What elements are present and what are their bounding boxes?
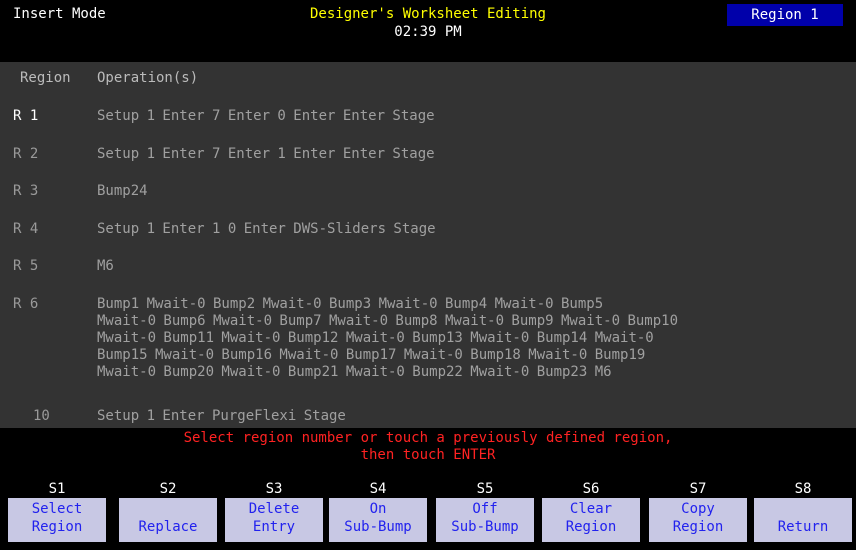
softkey-number: S5 (476, 481, 494, 497)
softkey-number: S1 (48, 481, 66, 497)
prompt-line-1: Select region number or touch a previous… (183, 430, 673, 446)
region-label: R 4 (13, 221, 39, 237)
softkey-label-line-1: On (369, 501, 387, 517)
softkey-label-line-2: Sub-Bump (451, 519, 519, 535)
column-header-region: Region (20, 70, 71, 86)
softkey-number: S4 (369, 481, 387, 497)
softkey-label-line-2: Entry (252, 519, 296, 535)
region-operations: Setup 1 Enter 1 0 Enter DWS-Sliders Stag… (97, 221, 436, 237)
region-operations: M6 (97, 258, 114, 274)
off-sub-bump-button[interactable]: Off Sub-Bump (436, 498, 534, 542)
current-region-badge: Region 1 (727, 4, 843, 26)
softkey-bar: S1 Select Region S2 Replace S3 Delete En… (0, 472, 856, 550)
clock: 02:39 PM (394, 24, 462, 40)
region-label: R 5 (13, 258, 39, 274)
softkey-label-line-2: Sub-Bump (344, 519, 412, 535)
softkey-label-line-2: Region (672, 519, 724, 535)
softkey-number: S6 (582, 481, 600, 497)
column-header-operations: Operation(s) (97, 70, 199, 86)
region-label: R 3 (13, 183, 39, 199)
region-operations: Bump24 (97, 183, 148, 199)
softkey-label-line-1: Select (31, 501, 83, 517)
softkey-label-line-2: Region (31, 519, 83, 535)
softkey-number: S8 (794, 481, 812, 497)
region-operations: Setup 1 Enter 7 Enter 1 Enter Enter Stag… (97, 146, 435, 162)
softkey-label-line-1: Copy (681, 501, 715, 517)
softkey-label-line-1: Delete (248, 501, 300, 517)
region-label: 10 (33, 408, 50, 424)
region-label: R 6 (13, 296, 39, 312)
region-operations: Setup 1 Enter PurgeFlexi Stage (97, 408, 346, 424)
softkey-number: S7 (689, 481, 707, 497)
softkey-label-line-1: Off (472, 501, 498, 517)
softkey-label: Return (777, 519, 829, 535)
replace-button[interactable]: Replace (119, 498, 217, 542)
softkey-number: S3 (265, 481, 283, 497)
region-operations: Setup 1 Enter 7 Enter 0 Enter Enter Stag… (97, 108, 435, 124)
return-button[interactable]: Return (754, 498, 852, 542)
softkey-number: S2 (159, 481, 177, 497)
prompt-line-2: then touch ENTER (360, 447, 496, 463)
header-bar: Insert Mode Designer's Worksheet Editing… (0, 0, 856, 58)
region-label: R 2 (13, 146, 39, 162)
clear-region-button[interactable]: Clear Region (542, 498, 640, 542)
softkey-label-line-2: Region (565, 519, 617, 535)
region-operations: Bump1 Mwait-0 Bump2 Mwait-0 Bump3 Mwait-… (97, 296, 679, 380)
select-region-button[interactable]: Select Region (8, 498, 106, 542)
delete-entry-button[interactable]: Delete Entry (225, 498, 323, 542)
region-label: R 1 (13, 108, 39, 124)
copy-region-button[interactable]: Copy Region (649, 498, 747, 542)
prompt-area: Select region number or touch a previous… (0, 428, 856, 472)
softkey-label-line-1: Clear (569, 501, 613, 517)
softkey-label: Replace (138, 519, 198, 535)
on-sub-bump-button[interactable]: On Sub-Bump (329, 498, 427, 542)
